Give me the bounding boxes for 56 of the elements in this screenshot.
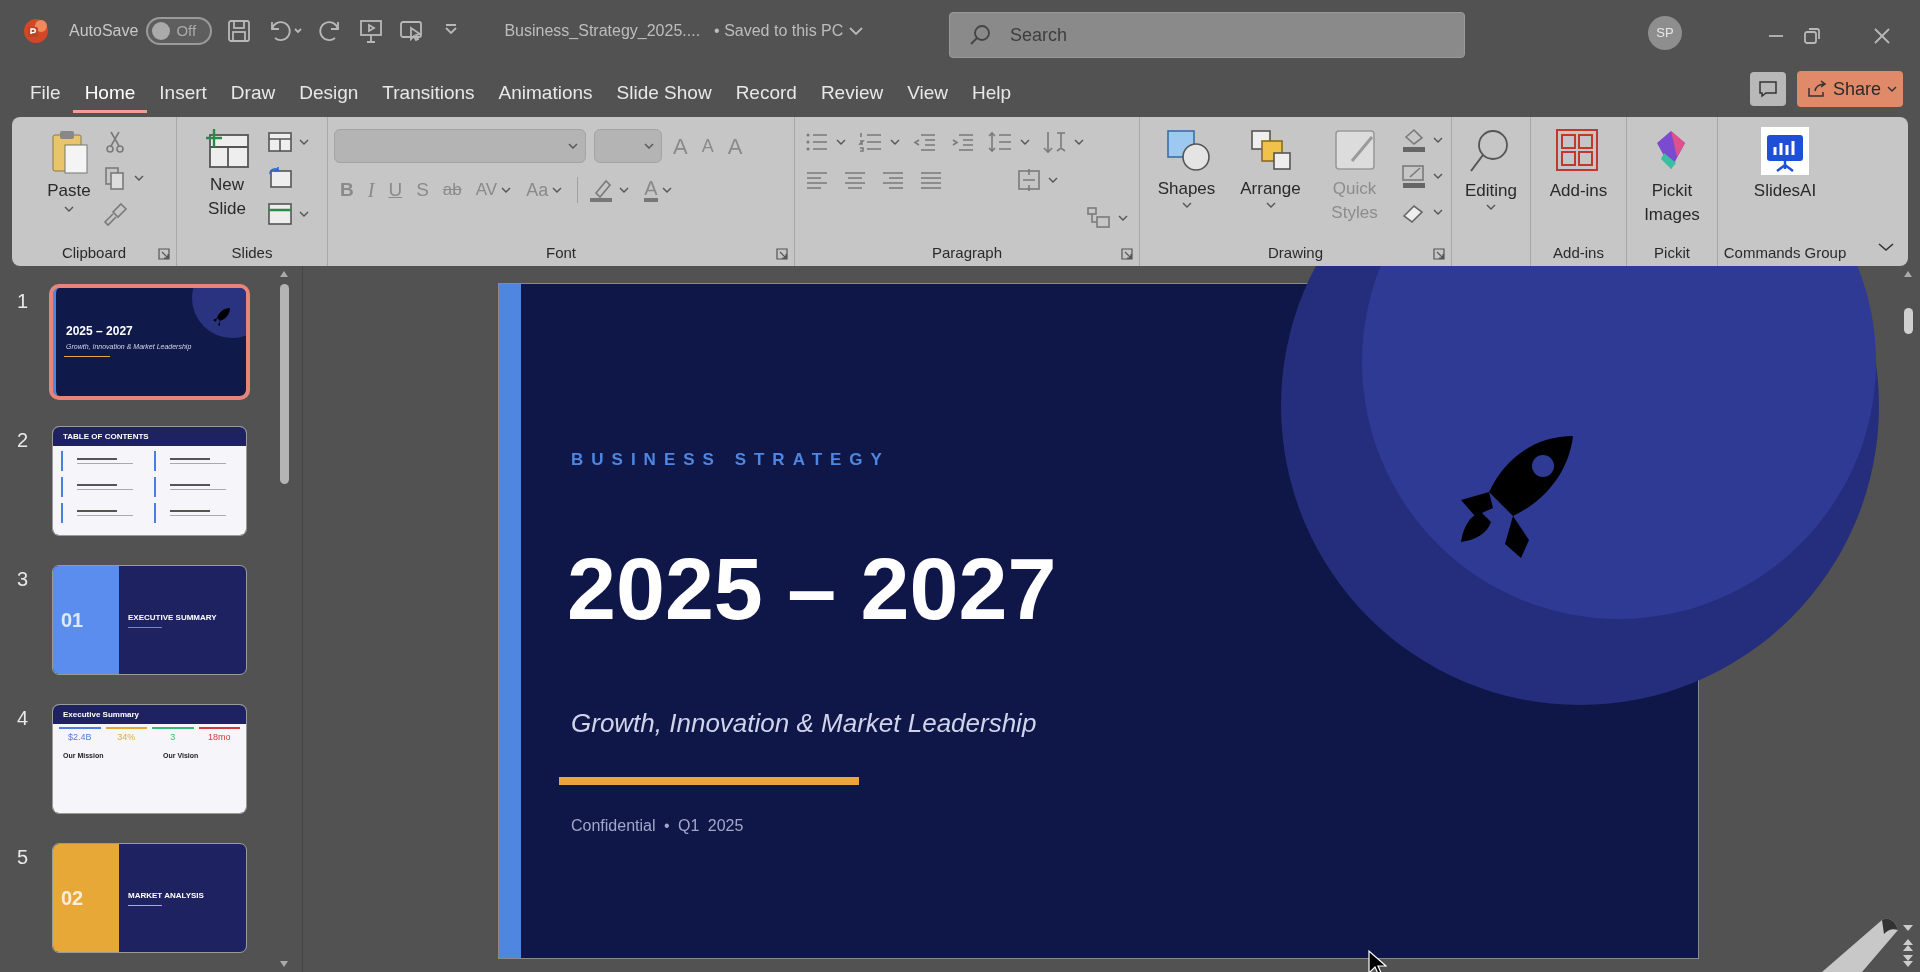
slide-title: 2025 – 2027 — [567, 539, 1057, 639]
stat-value: $2.4B — [68, 731, 92, 744]
group-label: Drawing — [1268, 242, 1323, 263]
save-status: • Saved to this PC — [714, 21, 844, 41]
thumbnail-title: MARKET ANALYSIS — [128, 890, 205, 901]
file-name: Business_Strategy_2025.... — [504, 21, 701, 41]
menu-tab[interactable]: File — [18, 77, 73, 113]
share-button[interactable]: Share — [1797, 71, 1903, 107]
stat-value: 3 — [170, 731, 176, 744]
menu-tab[interactable]: View — [895, 77, 961, 113]
menu-tab[interactable]: Record — [723, 77, 809, 113]
group-label: Commands Group — [1723, 242, 1847, 263]
menu-tab[interactable]: Transitions — [370, 77, 487, 113]
section-number: 02 — [61, 886, 84, 911]
ribbon-button[interactable]: Add-ins — [1545, 121, 1612, 203]
menu-tab[interactable]: Insert — [147, 77, 219, 113]
thumbnail-title: Executive Summary — [53, 705, 246, 724]
group-label: Slides — [231, 242, 273, 263]
ribbon-button[interactable]: Paste — [43, 121, 95, 213]
ribbon-button[interactable]: Shapes — [1147, 121, 1226, 209]
menu-tab[interactable]: Animations — [486, 77, 605, 113]
ribbon-button[interactable]: Arrange — [1231, 121, 1310, 209]
thumbnail-title: TABLE OF CONTENTS — [53, 427, 246, 446]
stat-value: 34% — [117, 731, 136, 744]
menu-tab[interactable]: Slide Show — [604, 77, 724, 113]
slide-thumbnail[interactable]: 02 MARKET ANALYSIS — [53, 844, 246, 952]
menu-tab[interactable]: Design — [287, 77, 371, 113]
ribbon-button[interactable]: Pickit Images — [1632, 121, 1712, 227]
menu-tab[interactable]: Home — [72, 77, 148, 113]
ribbon-button[interactable]: Editing — [1461, 121, 1521, 211]
search-field[interactable]: Search — [949, 12, 1465, 58]
menu-tab[interactable]: Help — [960, 77, 1024, 113]
slide-number: 1 — [17, 289, 30, 314]
autosave-label: AutoSave — [69, 21, 139, 41]
ribbon-button[interactable]: New Slide — [194, 121, 260, 221]
group-label: Pickit — [1654, 242, 1690, 263]
thumbnail-title: 2025 – 2027 — [66, 323, 133, 340]
slide-thumbnail[interactable]: 01 EXECUTIVE SUMMARY — [53, 566, 246, 674]
slide-thumbnail[interactable]: TABLE OF CONTENTS — [53, 427, 246, 535]
menu-tab[interactable]: Review — [808, 77, 896, 113]
group-label: Clipboard — [61, 242, 127, 263]
slide-number: 5 — [17, 845, 30, 870]
group-label: Add-ins — [1553, 242, 1604, 263]
slide-eyebrow: BUSINESS STRATEGY — [571, 449, 890, 471]
slide-number: 4 — [17, 706, 30, 731]
slide-subtitle: Growth, Innovation & Market Leadership — [571, 707, 1037, 740]
menu-tab[interactable]: Draw — [218, 77, 288, 113]
slide-number: 2 — [17, 428, 30, 453]
ribbon-button[interactable]: SlidesAI — [1749, 121, 1821, 203]
thumbnail-title: EXECUTIVE SUMMARY — [128, 612, 218, 623]
group-label: Paragraph — [931, 242, 1003, 263]
stat-value: 18mo — [208, 731, 231, 744]
section-number: 01 — [61, 608, 84, 633]
slide-footer: Confidential • Q1 2025 — [571, 814, 744, 838]
group-label: Font — [546, 242, 576, 263]
slide-number: 3 — [17, 567, 30, 592]
